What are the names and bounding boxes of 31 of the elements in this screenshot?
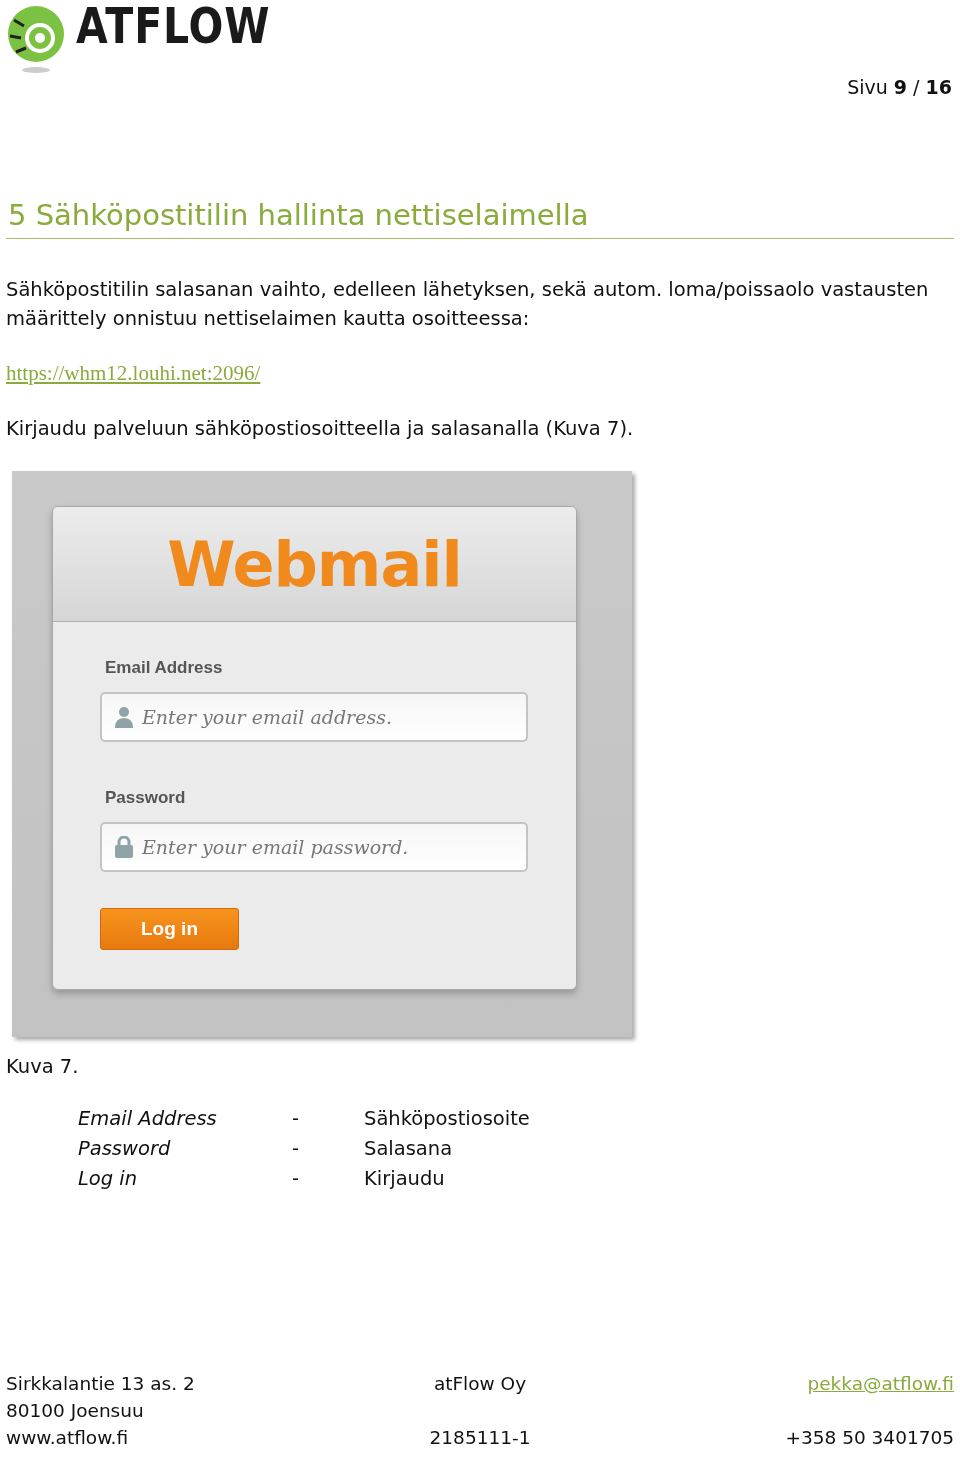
legend-term: Password — [78, 1136, 172, 1162]
legend-dash: - — [292, 1136, 301, 1162]
legend-term: Email Address — [78, 1106, 218, 1132]
legend-meaning: Sähköpostiosoite — [364, 1106, 531, 1132]
person-icon — [114, 706, 134, 728]
legend-meaning: Salasana — [364, 1136, 454, 1162]
logo-text: ATFLOW — [76, 2, 271, 50]
paragraph: Sähköpostitilin salasanan vaihto, edelleen lähetyksen, sekä autom. loma/poissaolo vastausten määrittely onnistuu nettiselaimen kautta osoitteessa: — [6, 277, 930, 332]
input-field[interactable]: Enter your email password. — [100, 822, 528, 872]
lock-icon — [114, 836, 134, 858]
field-label: Email Address — [105, 658, 224, 678]
section-heading: 5 Sähköpostitilin hallinta nettiselaimella — [6, 198, 954, 239]
legend-dash: - — [292, 1166, 301, 1192]
footer-address-line: 80100 Joensuu — [6, 1399, 144, 1423]
company-name: atFlow Oy — [433, 1372, 527, 1396]
login-button[interactable]: Log in — [100, 908, 239, 950]
legend-term: Log in — [78, 1166, 139, 1192]
url-link[interactable]: https://whm12.louhi.net:2096/ — [6, 361, 261, 385]
page-number: Sivu 9 / 16 — [847, 76, 952, 98]
field-label: Password — [105, 788, 187, 808]
legend-meaning: Kirjaudu — [364, 1166, 446, 1192]
input-field[interactable]: Enter your email address. — [100, 692, 528, 742]
footer-address-line: Sirkkalantie 13 as. 2 — [6, 1372, 195, 1396]
webmail-logo: Webmail — [167, 527, 462, 601]
paragraph: Kirjaudu palveluun sähköpostiosoitteella ja salasanalla (Kuva 7). — [6, 416, 635, 442]
business-id: 2185111-1 — [429, 1426, 531, 1450]
legend-dash: - — [292, 1106, 301, 1132]
email-link[interactable]: pekka@atflow.fi — [807, 1370, 954, 1397]
figure-caption: Kuva 7. — [6, 1055, 80, 1078]
phone-number: +358 50 3401705 — [785, 1426, 954, 1450]
footer-address-line: www.atflow.fi — [6, 1426, 129, 1450]
